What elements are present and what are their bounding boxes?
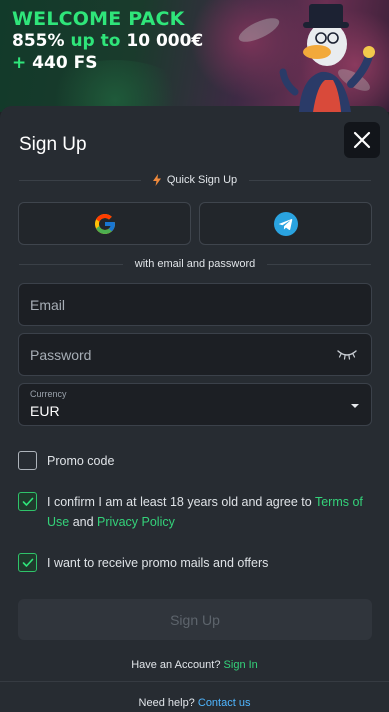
telegram-signup-button[interactable] [199,202,372,245]
email-divider: with email and password [19,256,372,272]
promo-mails-row: I want to receive promo mails and offers [18,553,268,573]
banner-fs-line: + 440 FS [12,52,203,74]
google-icon [94,213,115,234]
promo-code-label: Promo code [47,454,115,468]
close-button[interactable] [344,122,380,158]
terms-row: I confirm I am at least 18 years old and… [18,492,370,532]
free-spins: 440 FS [32,53,98,73]
terms-text: I confirm I am at least 18 years old and… [47,492,370,532]
close-icon [353,131,371,149]
eye-closed-icon[interactable] [337,349,357,361]
modal-title: Sign Up [19,134,87,155]
promo-mails-checkbox[interactable] [18,553,37,572]
currency-label: Currency [30,389,67,399]
footer-divider [0,681,389,682]
banner-bonus-line: 855% up to 10 000€ [12,30,203,52]
terms-text-before: I confirm I am at least 18 years old and… [47,495,315,509]
bonus-amount: 10 000€ [126,31,204,51]
email-field[interactable] [18,283,372,326]
need-help-line: Need help? Contact us [0,697,389,709]
terms-checkbox[interactable] [18,492,37,511]
check-icon [22,558,33,567]
google-signup-button[interactable] [18,202,191,245]
promo-banner: WELCOME PACK 855% up to 10 000€ + 440 FS [0,0,389,112]
quick-signup-divider: Quick Sign Up [19,172,371,188]
promo-code-checkbox[interactable] [18,451,37,470]
quick-signup-label: Quick Sign Up [166,174,238,186]
password-input[interactable] [30,334,330,375]
promo-code-row: Promo code [18,451,114,471]
currency-value: EUR [30,403,60,419]
currency-select[interactable]: Currency EUR [18,383,372,426]
sign-in-link[interactable]: Sign In [224,659,258,671]
bonus-up-to: up to [70,31,121,51]
have-account-line: Have an Account? Sign In [0,659,389,671]
bonus-percent: 855% [12,31,65,51]
mascot-illustration [238,4,375,112]
check-icon [22,497,33,506]
need-help-prompt: Need help? [138,697,195,709]
password-field[interactable] [18,333,372,376]
have-account-prompt: Have an Account? [131,659,221,671]
chevron-down-icon [351,404,359,408]
signup-modal: Sign Up Quick Sign Up with email and pas… [0,106,389,712]
promo-mails-label: I want to receive promo mails and offers [47,556,269,570]
contact-us-link[interactable]: Contact us [198,697,251,709]
email-input[interactable] [30,284,330,325]
privacy-policy-link[interactable]: Privacy Policy [97,515,175,529]
email-divider-label: with email and password [134,258,256,270]
telegram-icon [273,211,298,236]
signup-submit-button[interactable]: Sign Up [18,599,372,640]
lightning-icon [152,174,161,186]
bonus-plus: + [12,53,27,73]
terms-text-middle: and [69,515,98,529]
banner-title: WELCOME PACK [12,8,185,30]
